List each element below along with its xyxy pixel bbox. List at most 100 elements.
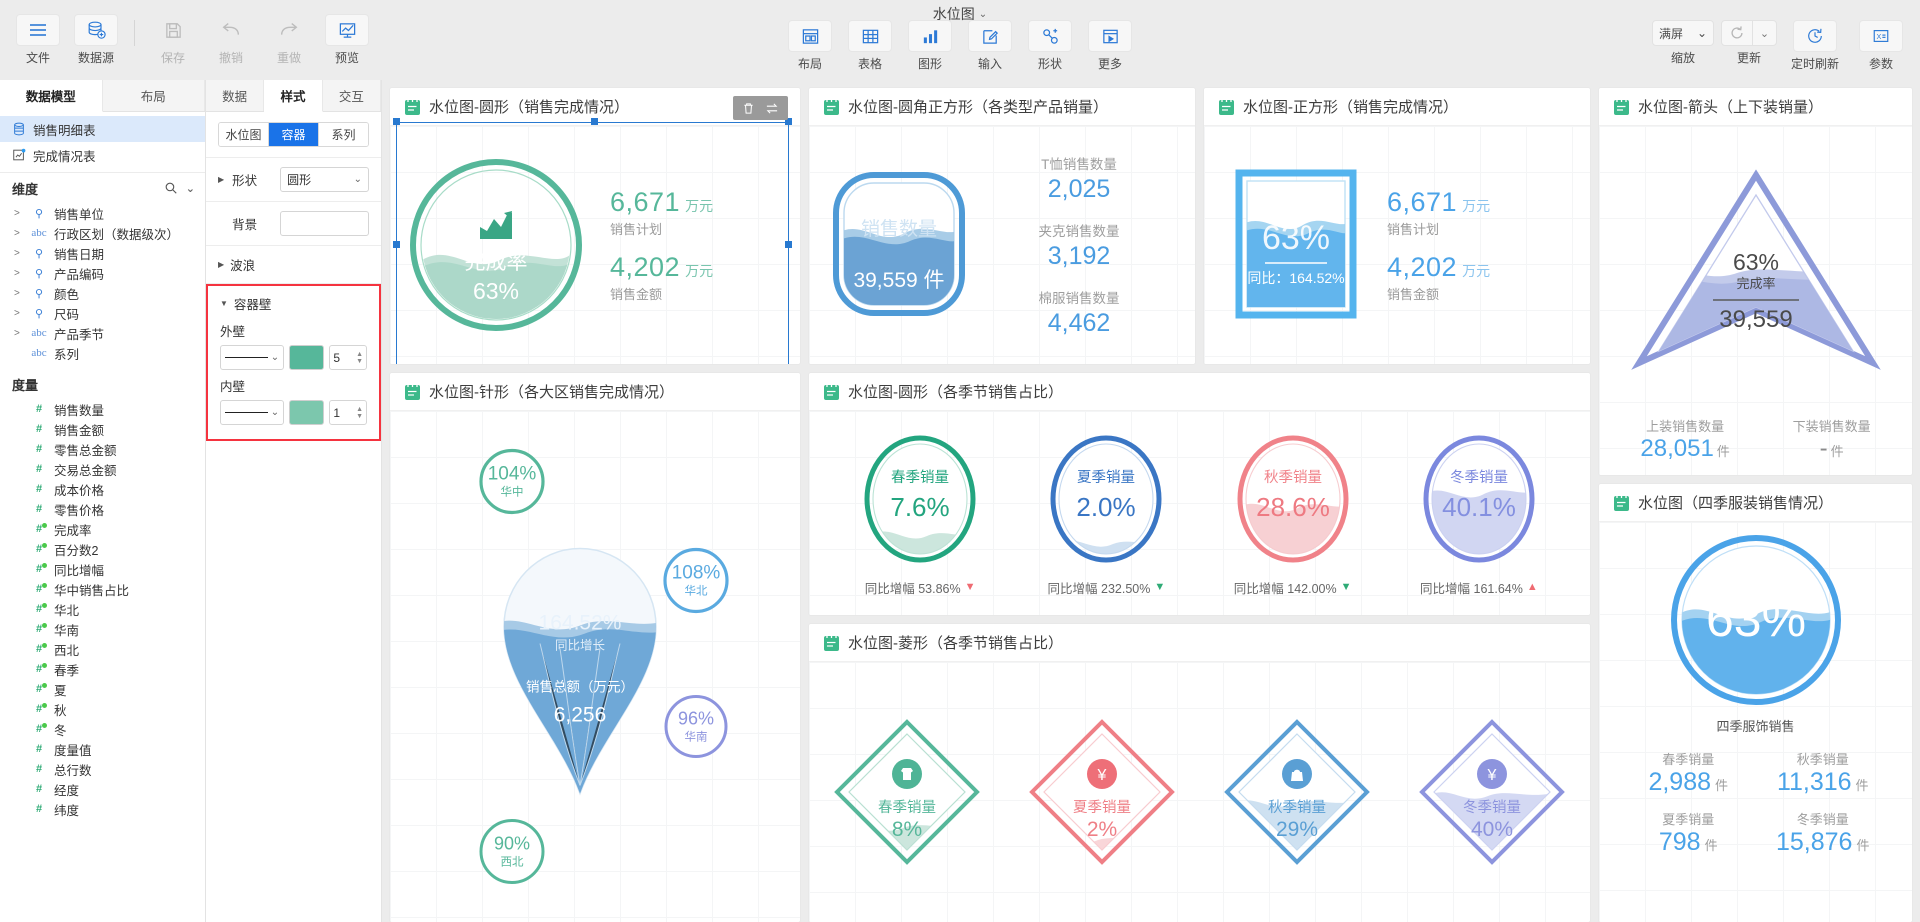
card-waterlevel-needle[interactable]: 水位图-针形（各大区销售完成情况） 164.52% 同比增长 销售总额（万元） … [390, 373, 800, 922]
timer-refresh-button[interactable]: 定时刷新 [1784, 20, 1846, 72]
input-button[interactable]: 输入 [962, 20, 1018, 72]
card-waterlevel-arrow[interactable]: 水位图-箭头（上下装销量） 63% 完成率 39,559 上装销售数量 28,0… [1599, 88, 1912, 475]
inner-wall-width-stepper[interactable]: 1 ▲ ▼ [329, 400, 367, 425]
tab-layout[interactable]: 布局 [103, 80, 205, 111]
segment-series[interactable]: 系列 [319, 123, 368, 146]
measure-item[interactable]: # 总行数 [0, 759, 205, 779]
container-wall-header[interactable]: ▼ 容器壁 [220, 294, 367, 313]
four-season-gauge-value: 63% [1705, 591, 1805, 647]
tab-style[interactable]: 样式 [264, 80, 323, 112]
measure-item[interactable]: # 销售金额 [0, 419, 205, 439]
canvas-top-row: 水位图-圆角正方形（各类型产品销量） 销售数量 39,559 件 T恤销售数量 … [809, 88, 1590, 364]
card-season-diamonds[interactable]: 水位图-菱形（各季节销售占比） 春季销量 8% ¥ 夏季销量 2% 秋季销量 2… [809, 624, 1590, 922]
datasource-item-sales-detail[interactable]: 销售明细表 [0, 116, 205, 142]
refresh-split-button[interactable]: ⌄ [1720, 20, 1778, 46]
collapse-triangle-icon[interactable]: ▶ [218, 175, 224, 184]
expand-caret-icon[interactable]: > [14, 308, 24, 319]
card-season-circles[interactable]: 水位图-圆形（各季节销售占比） 春季销量 7.6% 同比增幅 53.86% ▼ … [809, 373, 1590, 615]
dimension-item[interactable]: > ⚲ 尺码 [0, 303, 205, 323]
expand-caret-icon[interactable]: > [14, 288, 24, 299]
layout-button[interactable]: 布局 [782, 20, 838, 72]
measure-item[interactable]: # 成本价格 [0, 479, 205, 499]
shape-select[interactable]: 圆形 ⌄ [280, 167, 369, 192]
outer-wall-width-stepper[interactable]: 5 ▲ ▼ [329, 345, 367, 370]
measure-item[interactable]: # 完成率 [0, 519, 205, 539]
dimension-item[interactable]: > abc 行政区划（数据级次） [0, 223, 205, 243]
measure-label: 华北 [54, 603, 80, 618]
measure-item[interactable]: # 经度 [0, 779, 205, 799]
chevron-down-icon[interactable]: ⌄ [1753, 27, 1776, 40]
diamond-value: 2% [1087, 818, 1117, 841]
background-color-input[interactable] [280, 211, 369, 236]
measure-item[interactable]: # 华中销售占比 [0, 579, 205, 599]
measure-item[interactable]: # 秋 [0, 699, 205, 719]
dimension-item[interactable]: > ⚲ 销售日期 [0, 243, 205, 263]
measure-item[interactable]: # 百分数2 [0, 539, 205, 559]
tab-data[interactable]: 数据 [206, 80, 265, 111]
card-waterlevel-circle[interactable]: 水位图-圆形（销售完成情况） 完成率 63% 6,671 万元 销售计划 4,2… [390, 88, 800, 364]
tab-data-model[interactable]: 数据模型 [0, 80, 103, 112]
expand-caret-icon[interactable]: > [14, 228, 24, 239]
tab-interaction[interactable]: 交互 [323, 80, 381, 111]
selection-handle-tl[interactable] [393, 118, 400, 125]
search-icon[interactable] [164, 181, 178, 195]
dimension-item[interactable]: > ⚲ 销售单位 [0, 203, 205, 223]
card-waterlevel-square[interactable]: 水位图-正方形（销售完成情况） 63% 同比：164.52% 6,671 万元 … [1204, 88, 1590, 364]
measure-item[interactable]: # 西北 [0, 639, 205, 659]
selection-handle-ml[interactable] [393, 241, 400, 248]
table-button[interactable]: 表格 [842, 20, 898, 72]
shape-button[interactable]: 形状 [1022, 20, 1078, 72]
measure-label: 完成率 [54, 523, 92, 538]
widget-float-toolbar[interactable] [733, 96, 788, 120]
outer-wall-line-style-select[interactable]: ⌄ [220, 345, 285, 370]
inner-wall-line-style-select[interactable]: ⌄ [220, 400, 285, 425]
measure-item[interactable]: # 华北 [0, 599, 205, 619]
dimension-item[interactable]: abc 系列 [0, 343, 205, 363]
collapse-triangle-icon[interactable]: ▶ [218, 260, 224, 269]
segment-container[interactable]: 容器 [269, 123, 319, 146]
params-button[interactable]: X 参数 [1850, 20, 1912, 72]
measure-item[interactable]: # 交易总金额 [0, 459, 205, 479]
season-value: 2.0% [1077, 492, 1136, 522]
more-button[interactable]: 更多 [1082, 20, 1138, 72]
chart-button[interactable]: 图形 [902, 20, 958, 72]
stepper-arrows-icon[interactable]: ▲ ▼ [356, 351, 363, 365]
datasource-item-completion[interactable]: 完成情况表 [0, 142, 205, 168]
zoom-select[interactable]: 满屏 ⌄ [1652, 20, 1714, 46]
dimension-item[interactable]: > ⚲ 产品编码 [0, 263, 205, 283]
selection-handle-mr[interactable] [785, 241, 792, 248]
inner-wall-color-swatch[interactable] [289, 400, 325, 425]
measure-item[interactable]: # 销售数量 [0, 399, 205, 419]
measure-item[interactable]: # 零售总金额 [0, 439, 205, 459]
measure-item[interactable]: # 夏 [0, 679, 205, 699]
dimension-item[interactable]: > ⚲ 颜色 [0, 283, 205, 303]
measure-item[interactable]: # 纬度 [0, 799, 205, 819]
stepper-arrows-icon[interactable]: ▲ ▼ [356, 406, 363, 420]
expand-caret-icon[interactable]: > [14, 248, 24, 259]
delete-icon[interactable] [742, 102, 755, 115]
measure-item[interactable]: # 零售价格 [0, 499, 205, 519]
zoom-control[interactable]: 满屏 ⌄ 缩放 [1652, 20, 1714, 66]
stat-label: 春季销量 [1662, 752, 1715, 767]
swap-icon[interactable] [765, 102, 779, 115]
refresh-icon[interactable] [1722, 25, 1752, 41]
outer-wall-color-swatch[interactable] [289, 345, 325, 370]
measure-item[interactable]: # 度量值 [0, 739, 205, 759]
chevron-down-icon[interactable]: ⌄ [186, 182, 195, 195]
measure-item[interactable]: # 同比增幅 [0, 559, 205, 579]
selection-handle-tc[interactable] [591, 118, 598, 125]
segment-waterlevel[interactable]: 水位图 [219, 123, 269, 146]
collapse-triangle-icon[interactable]: ▼ [220, 299, 228, 308]
dimension-item[interactable]: > abc 产品季节 [0, 323, 205, 343]
expand-caret-icon[interactable]: > [14, 208, 24, 219]
kpi-item: 4,202 万元 销售金额 [610, 252, 713, 303]
square-gauge-sub: 同比：164.52% [1247, 270, 1344, 286]
expand-caret-icon[interactable]: > [14, 328, 24, 339]
measure-item[interactable]: # 华南 [0, 619, 205, 639]
measure-item[interactable]: # 春季 [0, 659, 205, 679]
refresh-control[interactable]: ⌄ 更新 [1718, 20, 1780, 66]
expand-caret-icon[interactable]: > [14, 268, 24, 279]
card-four-season[interactable]: 水位图（四季服装销售情况） 63% 四季服饰销售 春季销量 2,988 件 秋季… [1599, 484, 1912, 922]
measure-item[interactable]: # 冬 [0, 719, 205, 739]
card-waterlevel-rounded-square[interactable]: 水位图-圆角正方形（各类型产品销量） 销售数量 39,559 件 T恤销售数量 … [809, 88, 1195, 364]
